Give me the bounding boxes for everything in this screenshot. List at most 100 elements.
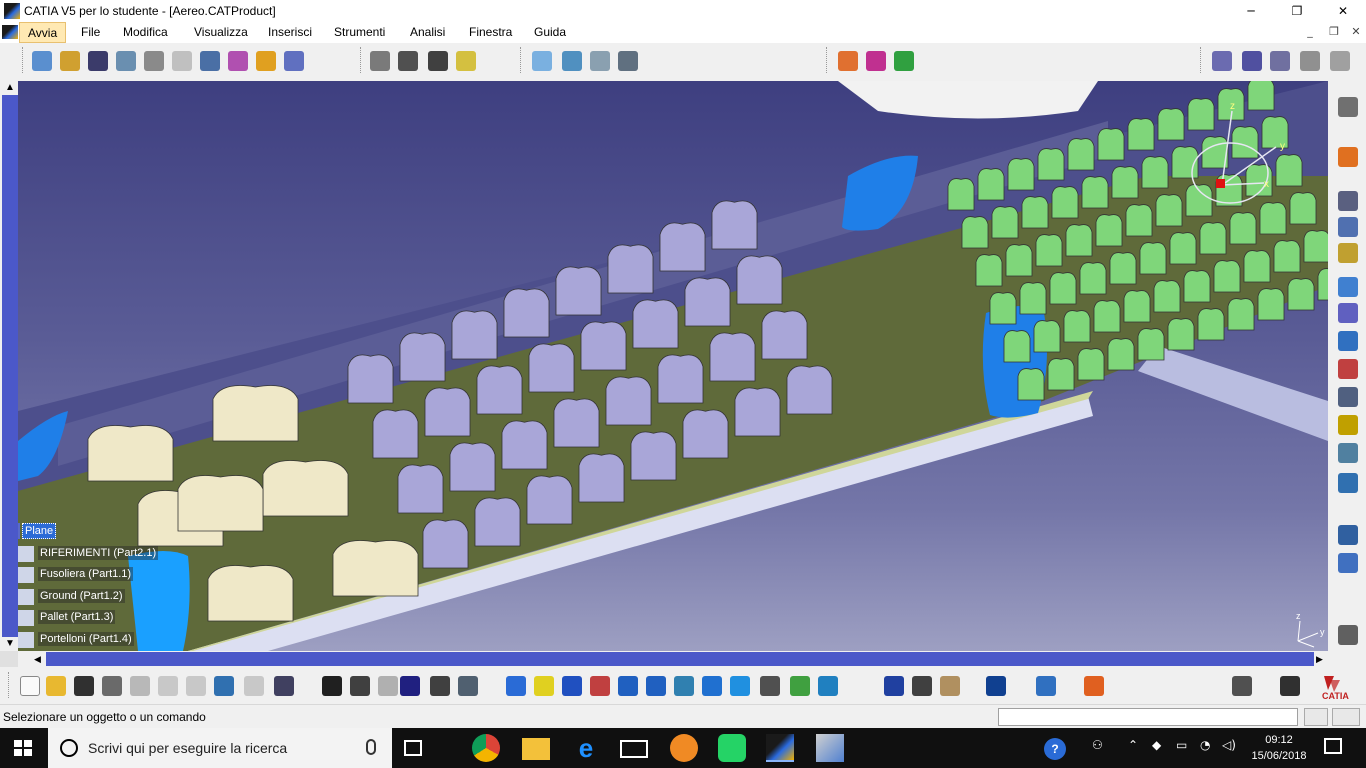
menu-inserisci[interactable]: Inserisci <box>268 25 312 39</box>
menu-visualizza[interactable]: Visualizza <box>194 25 248 39</box>
copy-icon[interactable] <box>158 676 178 696</box>
task-view-icon[interactable] <box>404 740 422 756</box>
wifi-icon[interactable]: ◔ <box>1200 738 1210 752</box>
tree-toggle-icon[interactable] <box>0 651 18 667</box>
toolbar-grip[interactable] <box>8 672 11 698</box>
mdi-minimize-button[interactable]: _ <box>1300 25 1320 38</box>
generate-numbering-icon[interactable] <box>200 51 220 71</box>
document-icon[interactable] <box>2 25 18 39</box>
file-explorer-icon[interactable] <box>522 738 550 760</box>
menu-guida[interactable]: Guida <box>534 25 566 39</box>
microphone-icon[interactable] <box>366 739 376 755</box>
mdi-close-button[interactable]: ✕ <box>1346 25 1366 38</box>
sectioning-icon[interactable] <box>866 51 886 71</box>
reuse-pattern-icon[interactable] <box>1338 473 1358 493</box>
move-icon[interactable] <box>1338 217 1358 237</box>
hide-show-icon[interactable] <box>760 676 780 696</box>
toolbar-grip[interactable] <box>1200 47 1203 73</box>
cut-icon[interactable] <box>130 676 150 696</box>
3d-viewport[interactable]: z y x z y Plane RIFERIMENTI (Part2.1) Fu… <box>18 81 1328 651</box>
help-icon[interactable]: ? <box>1044 738 1066 760</box>
existing-component-icon[interactable] <box>116 51 136 71</box>
snap-icon[interactable] <box>398 51 418 71</box>
scroll-left-arrow-icon[interactable]: ◀ <box>34 653 44 665</box>
save-icon[interactable] <box>74 676 94 696</box>
pan-icon[interactable] <box>562 676 582 696</box>
rotate-icon[interactable] <box>590 676 610 696</box>
catia-taskbar-icon[interactable] <box>766 734 794 762</box>
manipulate-axis-icon[interactable] <box>1338 625 1358 645</box>
tree-root-label[interactable]: Plane <box>22 523 57 539</box>
tray-chevron-icon[interactable]: ⌃ <box>1128 738 1138 752</box>
weld-icon[interactable] <box>1300 51 1320 71</box>
manage-representations-icon[interactable] <box>256 51 276 71</box>
analysis-icon[interactable] <box>1232 676 1252 696</box>
app-orange-icon[interactable] <box>670 734 698 762</box>
save-management-icon[interactable] <box>1338 277 1358 297</box>
toolbar-grip[interactable] <box>22 47 25 73</box>
normal-view-icon[interactable] <box>674 676 694 696</box>
mail-icon[interactable] <box>620 740 648 758</box>
camera-icon[interactable] <box>1280 676 1300 696</box>
tree-item-label[interactable]: Fusoliera (Part1.1) <box>38 567 134 581</box>
dropbox-icon[interactable]: ◆ <box>1152 738 1161 752</box>
whats-this-icon[interactable] <box>274 676 294 696</box>
product-icon[interactable] <box>60 51 80 71</box>
toolbar-grip[interactable] <box>520 47 523 73</box>
apply-material-icon[interactable] <box>818 676 838 696</box>
navigation-icon[interactable] <box>986 676 1006 696</box>
mdi-restore-button[interactable]: ❐ <box>1324 25 1344 38</box>
catalog-icon[interactable] <box>1338 359 1358 379</box>
selective-load-icon[interactable] <box>228 51 248 71</box>
text-annotation-icon[interactable] <box>1242 51 1262 71</box>
knowledge-advisor-icon[interactable] <box>350 676 370 696</box>
horizontal-scrollbar[interactable]: ◀ ▶ <box>0 651 1330 667</box>
scroll-right-arrow-icon[interactable]: ▶ <box>1316 653 1326 665</box>
menu-file[interactable]: File <box>81 25 100 39</box>
bill-of-material-icon[interactable] <box>1338 415 1358 435</box>
assembly-features-icon[interactable] <box>1338 243 1358 263</box>
scroll-up-arrow-icon[interactable]: ▲ <box>2 81 18 95</box>
open-folder-icon[interactable] <box>46 676 66 696</box>
constraint-icon[interactable] <box>532 51 552 71</box>
print-icon[interactable] <box>102 676 122 696</box>
multi-instantiation-icon[interactable] <box>284 51 304 71</box>
clash-icon[interactable] <box>838 51 858 71</box>
symmetry-icon[interactable] <box>1338 443 1358 463</box>
replace-component-icon[interactable] <box>144 51 164 71</box>
menu-avvia[interactable]: Avvia <box>19 22 67 43</box>
offset-constraint-icon[interactable] <box>590 51 610 71</box>
scroll-down-arrow-icon[interactable]: ▼ <box>2 637 18 651</box>
command-exit-button[interactable] <box>1332 708 1360 726</box>
vertical-scrollbar[interactable]: ▲ ▼ <box>2 81 18 651</box>
undo-icon[interactable] <box>214 676 234 696</box>
list-icon[interactable] <box>458 676 478 696</box>
reaction-icon[interactable] <box>378 676 398 696</box>
paint-icon[interactable] <box>816 734 844 762</box>
taskbar-clock[interactable]: 09:12 15/06/2018 <box>1244 732 1314 764</box>
lock-icon[interactable] <box>430 676 450 696</box>
shading-icon[interactable] <box>730 676 750 696</box>
flag-note-icon[interactable] <box>1270 51 1290 71</box>
chrome-icon[interactable] <box>472 734 500 762</box>
paste-icon[interactable] <box>186 676 206 696</box>
manipulation-icon[interactable] <box>370 51 390 71</box>
formula-icon[interactable] <box>322 676 342 696</box>
menu-modifica[interactable]: Modifica <box>123 25 168 39</box>
select-arrow-icon[interactable] <box>1338 147 1358 167</box>
iso-view-icon[interactable] <box>702 676 722 696</box>
toolbar-grip[interactable] <box>360 47 363 73</box>
scene-icon[interactable] <box>1338 331 1358 351</box>
command-option-button[interactable] <box>1304 708 1328 726</box>
contact-constraint-icon[interactable] <box>562 51 582 71</box>
toolbar-grip[interactable] <box>826 47 829 73</box>
tree-item-label[interactable]: Ground (Part1.2) <box>38 589 125 603</box>
close-button[interactable]: ✕ <box>1320 0 1366 22</box>
flexible-subassembly-icon[interactable] <box>1338 553 1358 573</box>
distance-band-icon[interactable] <box>894 51 914 71</box>
minimize-button[interactable]: ─ <box>1228 0 1274 22</box>
tree-item-label[interactable]: RIFERIMENTI (Part2.1) <box>38 546 159 560</box>
stop-manipulate-icon[interactable] <box>456 51 476 71</box>
zoom-in-icon[interactable] <box>618 676 638 696</box>
menu-strumenti[interactable]: Strumenti <box>334 25 385 39</box>
